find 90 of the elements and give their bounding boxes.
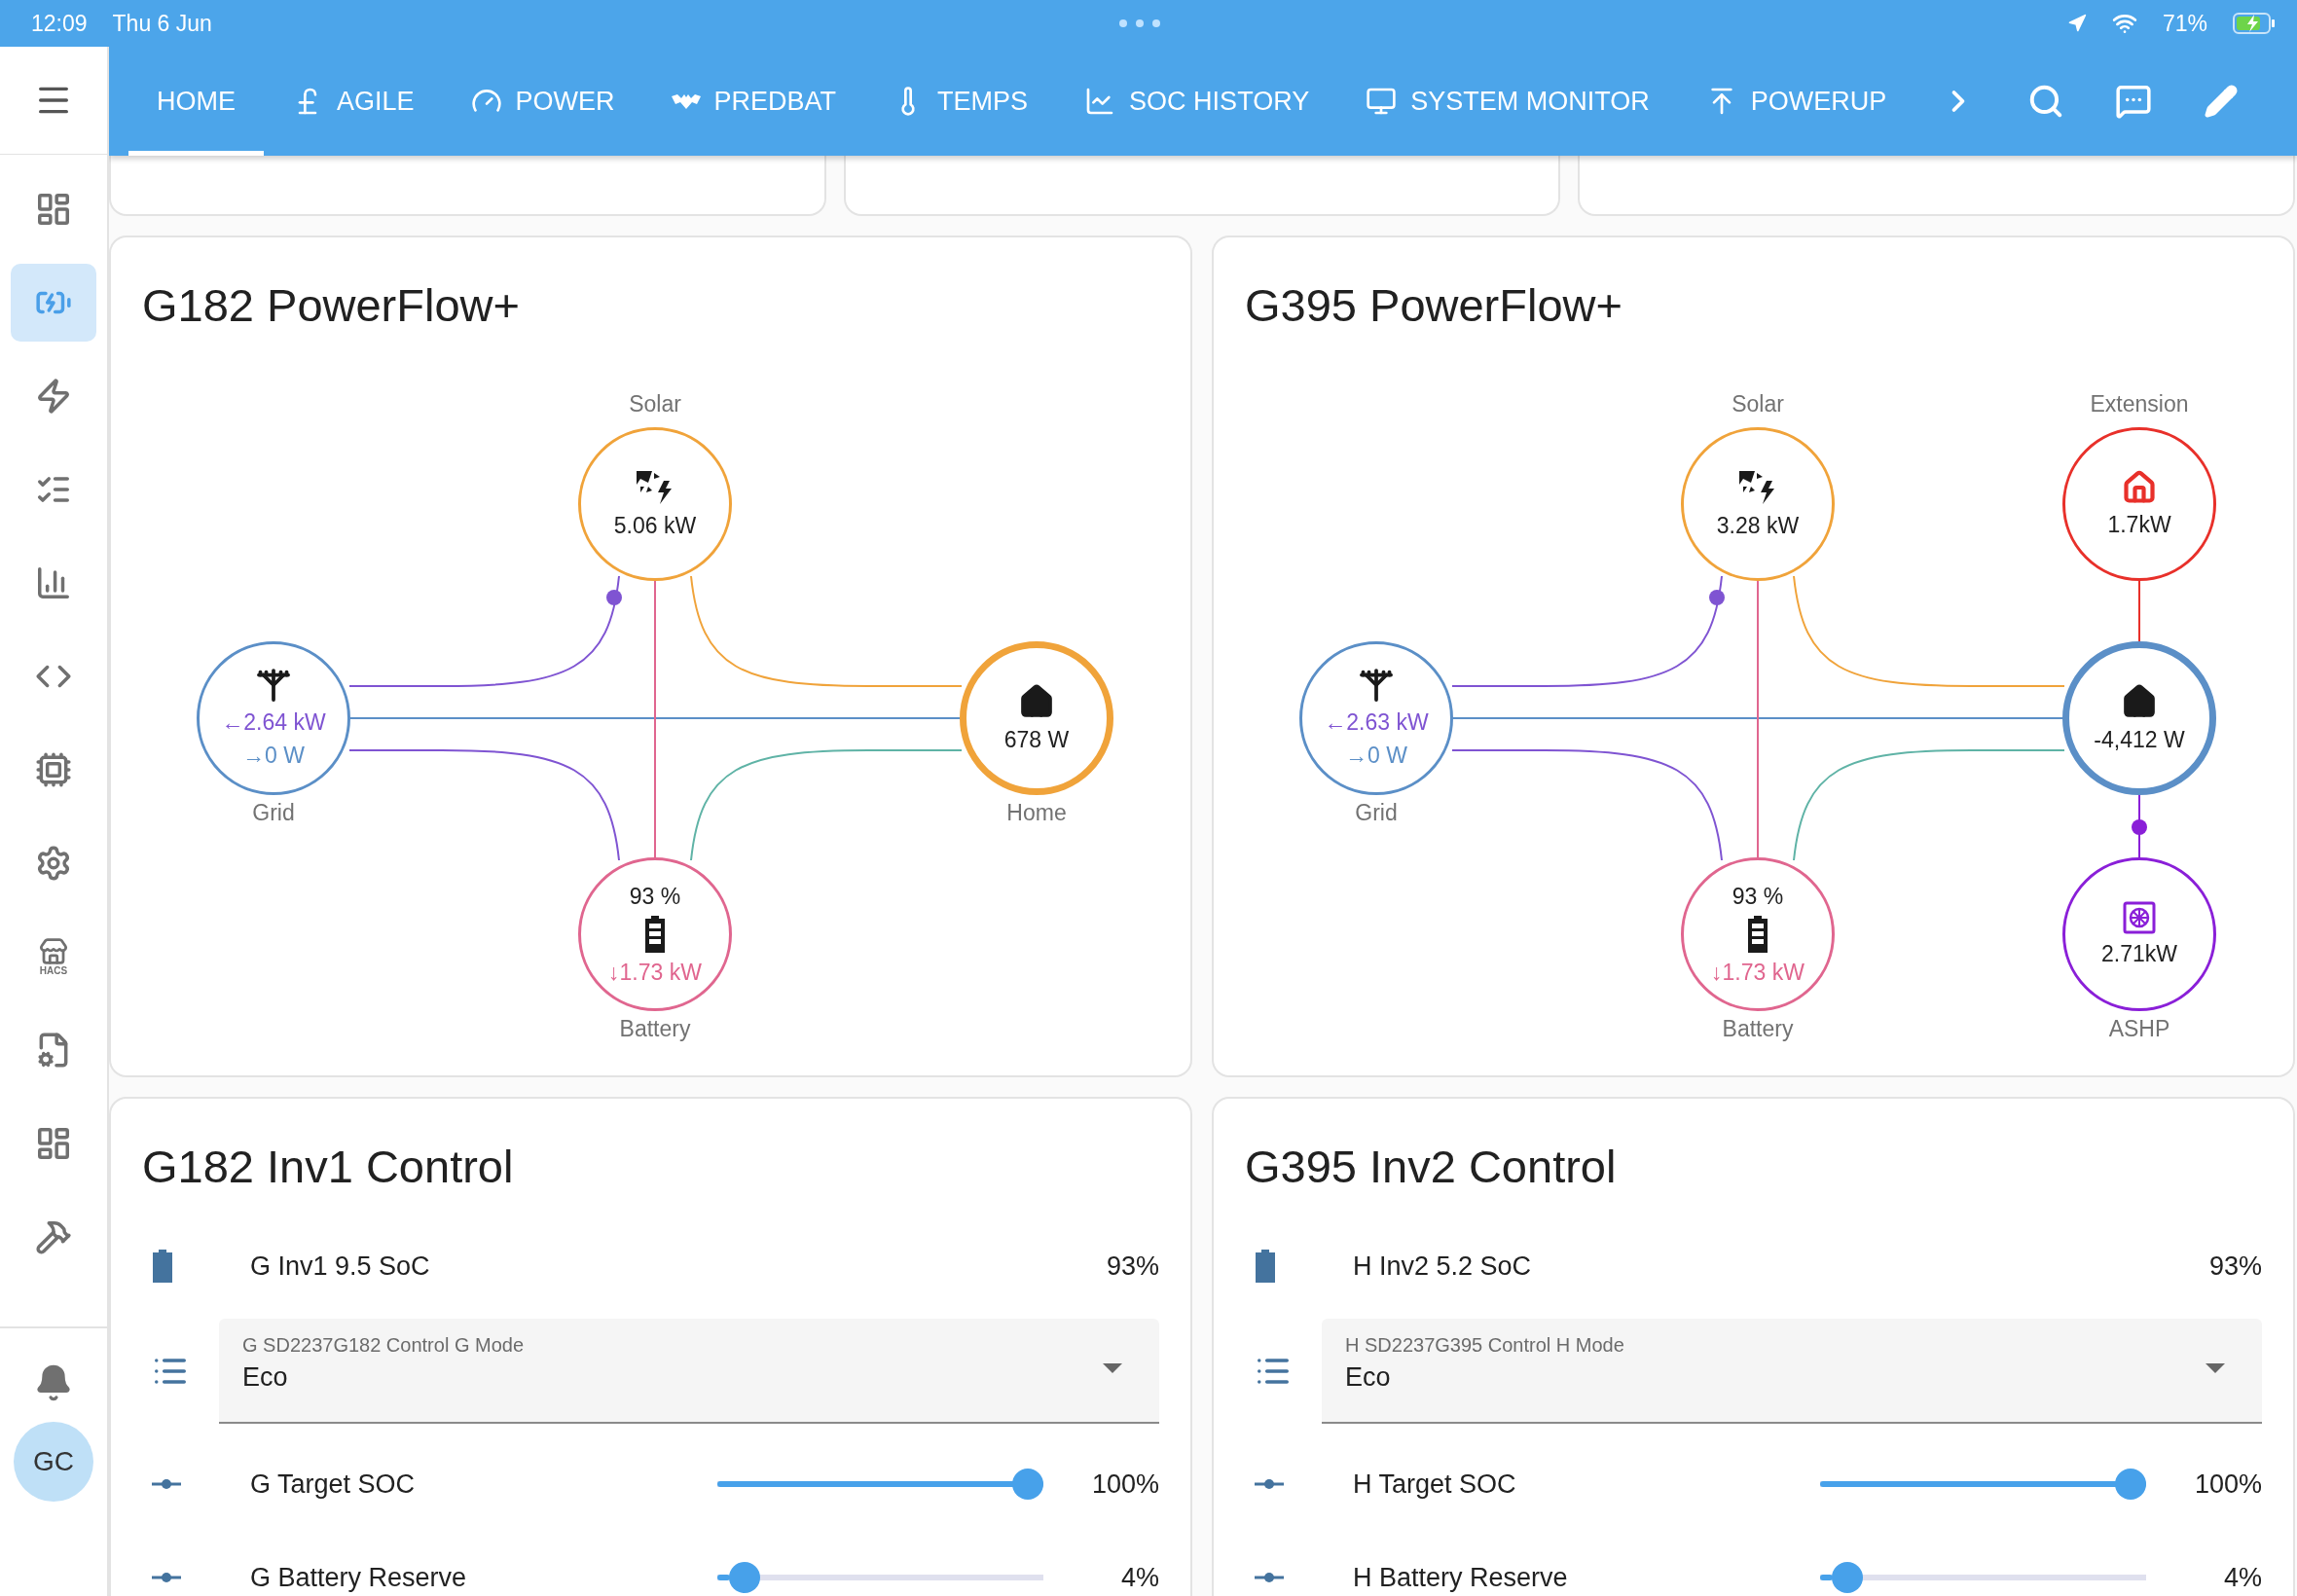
slider-icon (1255, 1479, 1284, 1489)
notifications-icon[interactable] (34, 1363, 73, 1402)
node-value: ↓1.73 kW (1711, 959, 1805, 986)
node-label: Battery (1722, 1016, 1794, 1042)
house-icon (2121, 683, 2158, 720)
row-value: 93% (1106, 1251, 1159, 1282)
row-value: 4% (2222, 1562, 2262, 1593)
node-value: 93 % (1732, 883, 1784, 910)
node-value: -4,412 W (2094, 726, 2185, 753)
status-date: Thu 6 Jun (112, 10, 212, 37)
monitor-icon (1366, 86, 1398, 117)
node-label: ASHP (2108, 1016, 2170, 1042)
card-title: G182 Inv1 Control (141, 1140, 515, 1194)
node-label: Extension (2090, 391, 2189, 417)
node-label: Solar (1732, 391, 1784, 417)
dropdown-caret-icon (1103, 1363, 1122, 1373)
row-label: H Target SOC (1352, 1469, 1517, 1500)
nav-tab[interactable]: TEMPS (864, 47, 1057, 156)
row-value: 100% (2193, 1469, 2262, 1500)
row-label: G Target SOC (249, 1469, 417, 1500)
slider-icon (152, 1573, 181, 1582)
node-value: ↓1.73 kW (608, 959, 702, 986)
location-icon (2066, 14, 2087, 33)
nav-tab[interactable]: POWER (442, 47, 643, 156)
battery-percent: 71% (2162, 10, 2207, 37)
nav-tab[interactable]: AGILE (264, 47, 443, 156)
dropdown-caret-icon (2206, 1363, 2225, 1373)
row-label: G Inv1 9.5 SoC (249, 1251, 431, 1282)
slider-icon (1255, 1573, 1284, 1582)
node-value: 678 W (1003, 726, 1070, 753)
battery-icon (1255, 1250, 1276, 1283)
bar-chart-icon (35, 564, 72, 601)
chip-icon (35, 751, 72, 788)
nav-tab[interactable]: SOC HISTORY (1056, 47, 1338, 156)
house-outline-icon (2122, 470, 2157, 505)
node-label: Battery (619, 1016, 691, 1042)
node-value: ←2.63 kW (1324, 708, 1429, 736)
row-label: H Inv2 5.2 SoC (1352, 1251, 1533, 1282)
slider-thumb[interactable] (729, 1562, 761, 1593)
edit-icon[interactable] (2204, 84, 2240, 119)
node-value: 3.28 kW (1716, 512, 1800, 539)
battery-icon (643, 916, 667, 953)
bat-icon (671, 93, 701, 109)
mode-select[interactable]: G SD2237G182 Control G Mode Eco (219, 1319, 1159, 1424)
node-value: →0 W (1345, 742, 1407, 769)
node-value: →0 W (242, 742, 305, 769)
slider-thumb[interactable] (1012, 1469, 1043, 1500)
power-pylon-icon (1359, 668, 1394, 703)
nav-tab[interactable]: POWERUP (1677, 47, 1915, 156)
store-icon (39, 937, 68, 966)
lightning-icon (35, 378, 72, 415)
multitasking-dots-icon (1117, 18, 1161, 28)
mode-select[interactable]: H SD2237G395 Control H Mode Eco (1322, 1319, 2262, 1424)
row-value: 100% (1090, 1469, 1159, 1500)
battery-icon (1746, 916, 1769, 953)
slider-icon (152, 1479, 181, 1489)
status-time: 12:09 (31, 10, 88, 37)
slider-thumb[interactable] (2115, 1469, 2146, 1500)
row-value: 93% (2208, 1251, 2262, 1282)
hammer-icon (35, 1218, 72, 1255)
row-label: H Battery Reserve (1352, 1562, 1569, 1593)
nav-tab[interactable]: PREDBAT (642, 47, 865, 156)
node-label: Home (1006, 800, 1067, 826)
node-value: 2.71kW (2101, 940, 2177, 967)
user-avatar[interactable]: GC (14, 1422, 93, 1502)
sidebar-item[interactable]: HACS (11, 918, 96, 996)
node-label: Grid (252, 800, 295, 826)
node-label: Grid (1355, 800, 1398, 826)
sidebar-item[interactable] (11, 264, 96, 342)
battery-charging-icon (2233, 13, 2276, 34)
card-title: G395 PowerFlow+ (1244, 278, 1623, 333)
node-label: Solar (629, 391, 681, 417)
dashboard-icon (35, 191, 72, 228)
dashboard-icon (35, 1125, 72, 1162)
row-label: G Battery Reserve (249, 1562, 468, 1593)
nav-tab[interactable]: SYSTEM MONITOR (1337, 47, 1678, 156)
card-title: G182 PowerFlow+ (141, 278, 521, 333)
row-value: 4% (1119, 1562, 1159, 1593)
node-value: 1.7kW (2107, 511, 2171, 538)
power-pylon-icon (256, 668, 291, 703)
house-icon (1018, 683, 1055, 720)
heat-pump-icon (2123, 901, 2156, 934)
node-value: 5.06 kW (613, 512, 697, 539)
card-title: G395 Inv2 Control (1244, 1140, 1618, 1194)
slider-thumb[interactable] (1832, 1562, 1864, 1593)
chat-icon[interactable] (2115, 83, 2153, 120)
node-value: 93 % (629, 883, 681, 910)
battery-icon (152, 1250, 173, 1283)
settings-icon (35, 845, 72, 882)
node-value: ←2.64 kW (221, 708, 326, 736)
